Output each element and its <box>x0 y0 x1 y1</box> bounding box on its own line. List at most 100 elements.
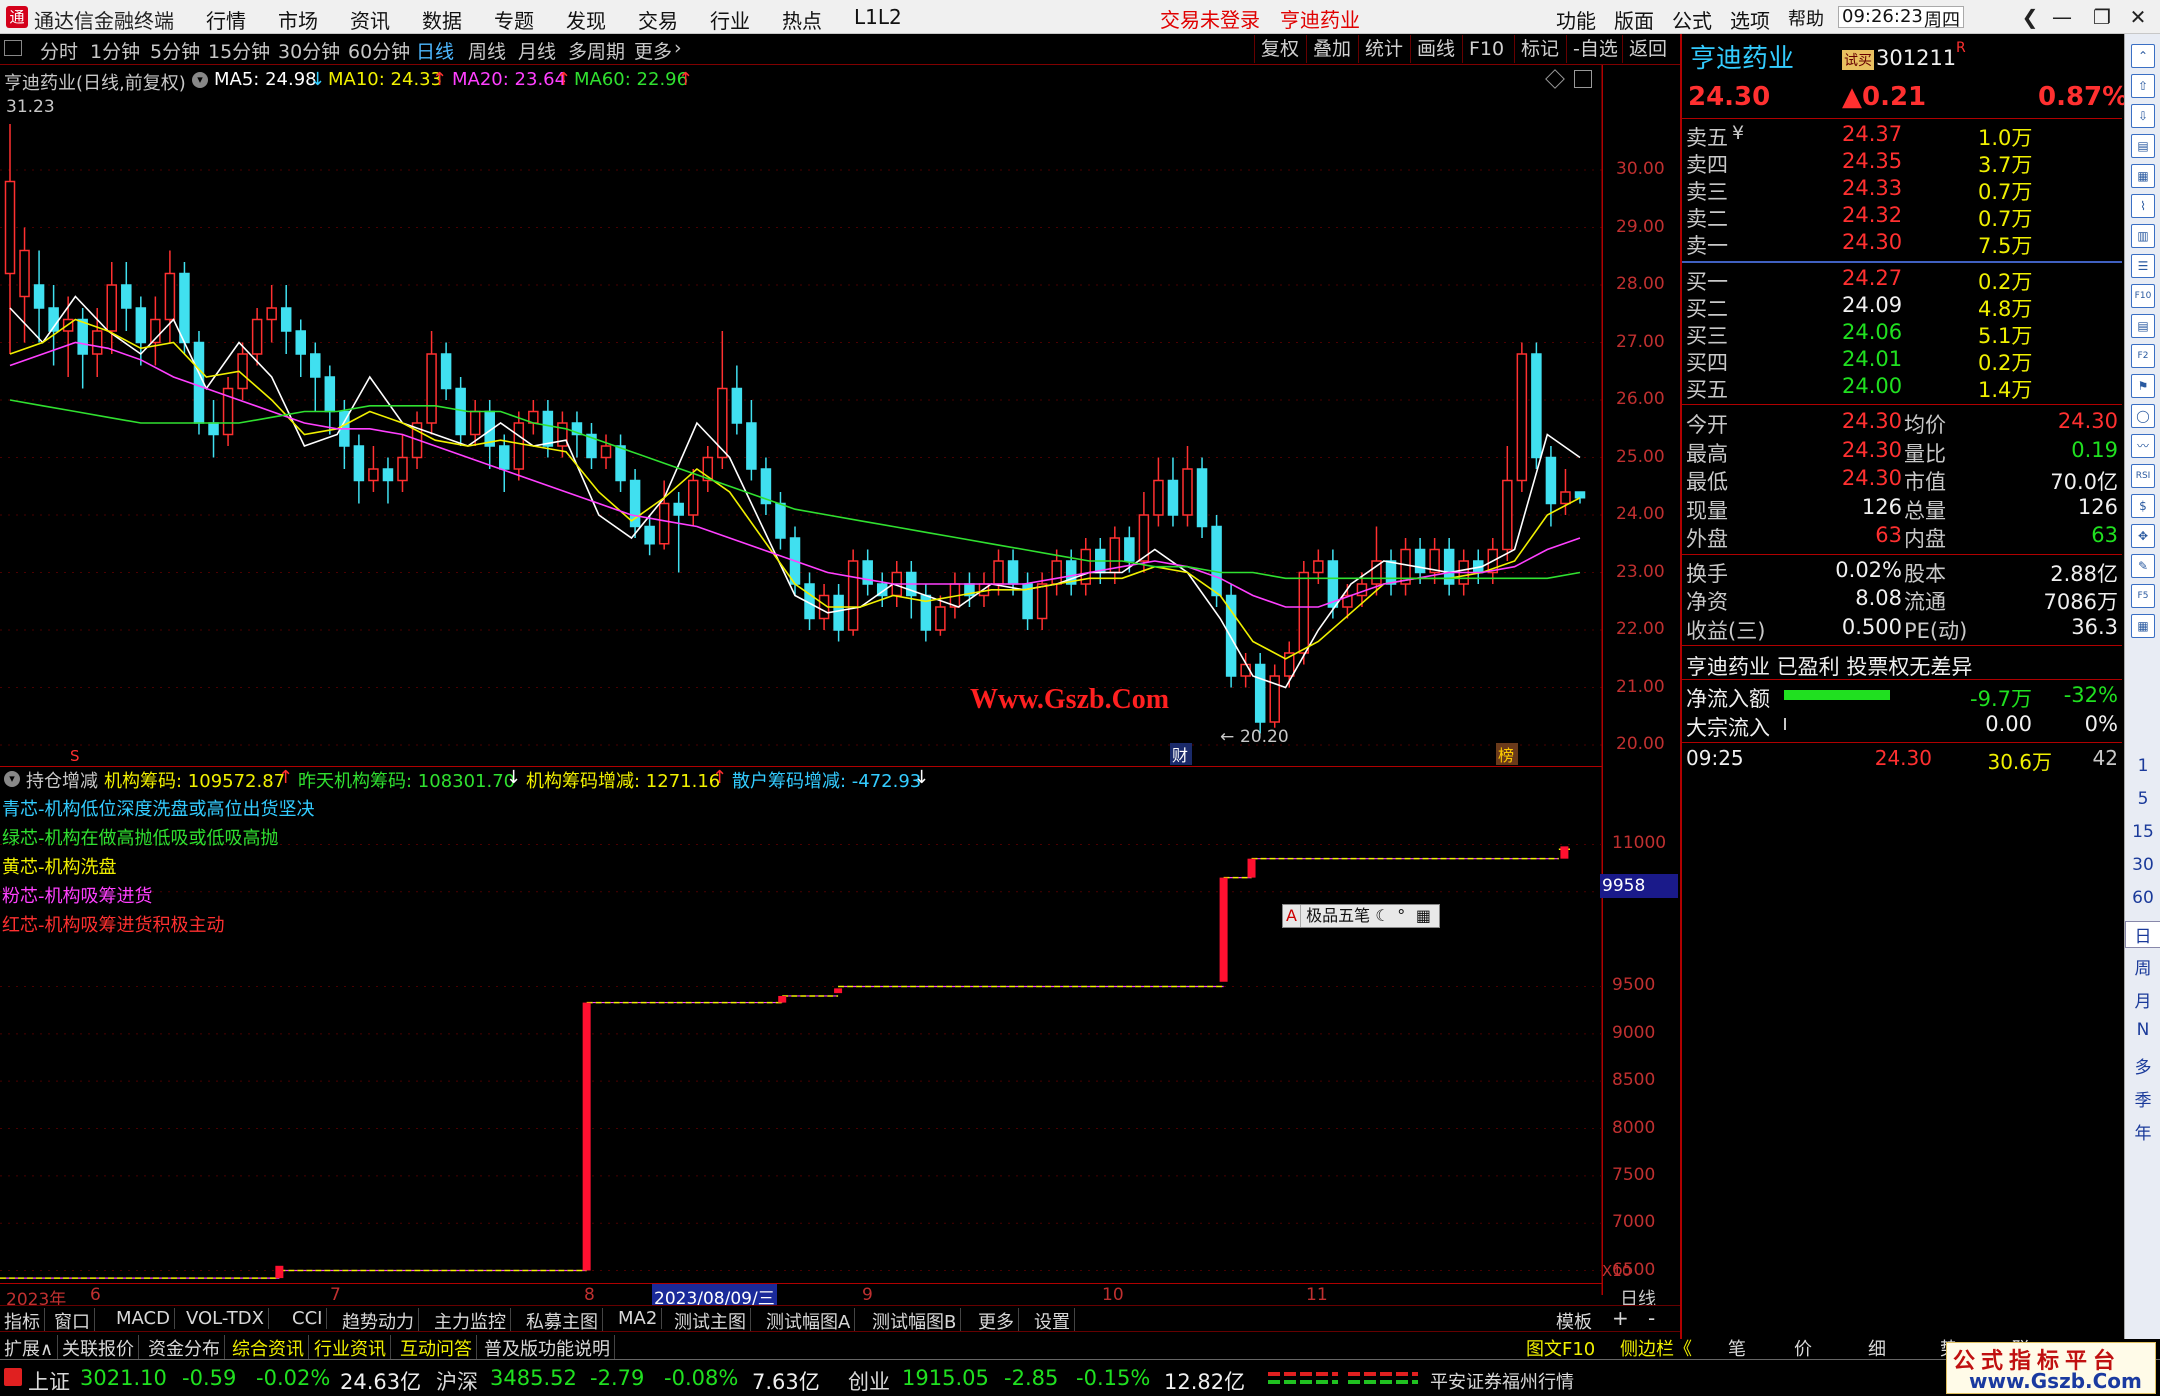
sidebar-period-0[interactable]: 1 <box>2125 756 2160 776</box>
menu-banmian[interactable]: 版面 <box>1614 5 1654 34</box>
tool-fuquan[interactable]: 复权 <box>1254 35 1305 63</box>
rsi-icon[interactable]: RSI <box>2131 464 2155 488</box>
menu-xuanxiang[interactable]: 选项 <box>1730 5 1770 34</box>
menu-l1l2[interactable]: L1L2 <box>854 5 902 29</box>
menu-hangye[interactable]: 行业 <box>710 5 750 34</box>
minimize-icon[interactable]: — <box>2048 3 2076 31</box>
period-fenshi[interactable]: 分时 <box>40 37 78 64</box>
event-marker-cai[interactable]: 财 <box>1172 746 1188 765</box>
restore-icon[interactable]: ❐ <box>2088 3 2116 31</box>
period-5min[interactable]: 5分钟 <box>150 37 200 64</box>
trend-icon[interactable]: 〰 <box>2131 434 2155 458</box>
company-profile[interactable]: 亨迪药业 已盈利 投票权无差异 <box>1686 651 1972 681</box>
fund-icon[interactable]: ⚑ <box>2131 374 2155 398</box>
f5-icon[interactable]: F5 <box>2131 584 2155 608</box>
sidebar-period-9[interactable]: 多 <box>2125 1053 2160 1078</box>
f10-icon[interactable]: F10 <box>2131 284 2155 308</box>
ime-moon-icon[interactable]: ☾ <box>1375 905 1389 927</box>
ime-popup[interactable]: A 极品五笔 ☾ ° ▦ <box>1282 904 1440 928</box>
tool-diejia[interactable]: 叠加 <box>1306 35 1357 63</box>
list-icon[interactable]: ☰ <box>2131 254 2155 278</box>
menu-gongneng[interactable]: 功能 <box>1556 5 1596 34</box>
info-tab-2[interactable]: 资金分布 <box>148 1335 225 1361</box>
menu-jiaoyi[interactable]: 交易 <box>638 5 678 34</box>
sidebar-period-8[interactable]: N <box>2125 1020 2160 1040</box>
layout-toggle-icon[interactable] <box>4 40 22 56</box>
sidebar-period-10[interactable]: 季 <box>2125 1086 2160 1111</box>
menu-zixun[interactable]: 资讯 <box>350 5 390 34</box>
chart-icon[interactable]: ▤ <box>2131 134 2155 158</box>
menu-redian[interactable]: 热点 <box>782 5 822 34</box>
doc-icon[interactable]: ▤ <box>2131 314 2155 338</box>
line-icon[interactable]: ⌇ <box>2131 194 2155 218</box>
indicator-tab-2[interactable]: MACD <box>116 1308 175 1329</box>
move-icon[interactable]: ✥ <box>2131 524 2155 548</box>
trial-badge[interactable]: 试买 <box>1842 50 1874 70</box>
menu-zhuanti[interactable]: 专题 <box>494 5 534 34</box>
period-15min[interactable]: 15分钟 <box>208 37 270 64</box>
info-tab-1[interactable]: 关联报价 <box>62 1335 139 1361</box>
cy-name[interactable]: 创业 <box>848 1366 890 1396</box>
period-more[interactable]: 更多 <box>634 37 672 64</box>
indicator-tab-8[interactable]: MA2 <box>618 1308 663 1329</box>
pencil-icon[interactable]: ✎ <box>2131 554 2155 578</box>
info-tab-6[interactable]: 普及版功能说明 <box>484 1335 615 1361</box>
indicator-tab-4[interactable]: CCI <box>292 1308 328 1329</box>
ime-a-icon[interactable]: A <box>1283 905 1301 927</box>
kline-chart[interactable]: 31.23 ← 20.20 Www.Gszb.Com S 财 榜 <box>0 65 1602 1295</box>
download-icon[interactable]: ⇩ <box>2131 104 2155 128</box>
event-marker-s[interactable]: S <box>70 747 80 765</box>
menu-bangzhu[interactable]: 帮助 <box>1788 5 1824 31</box>
tool-zixuan[interactable]: -自选 <box>1566 35 1624 63</box>
tool-huaxian[interactable]: 画线 <box>1410 35 1461 63</box>
event-marker-bang[interactable]: 榜 <box>1498 746 1514 765</box>
tool-f10[interactable]: F10 <box>1462 35 1510 63</box>
ime-keyboard-icon[interactable]: ▦ <box>1413 905 1433 927</box>
info-right-tab-0[interactable]: 图文F10 <box>1526 1335 1595 1361</box>
f2-icon[interactable]: F2 <box>2131 344 2155 368</box>
menu-gongshi[interactable]: 公式 <box>1672 5 1712 34</box>
trade-status[interactable]: 交易未登录 <box>1160 4 1260 33</box>
indicator-tab-3[interactable]: VOL-TDX <box>186 1308 269 1329</box>
period-30min[interactable]: 30分钟 <box>278 37 340 64</box>
period-1min[interactable]: 1分钟 <box>90 37 140 64</box>
period-weekly[interactable]: 周线 <box>468 37 506 64</box>
tool-tongji[interactable]: 统计 <box>1358 35 1409 63</box>
sidebar-period-2[interactable]: 15 <box>2125 822 2160 842</box>
back-icon[interactable]: ❮ <box>2016 3 2044 31</box>
ime-punct-icon[interactable]: ° <box>1394 905 1408 927</box>
sz-name[interactable]: 沪深 <box>436 1366 478 1396</box>
menu-hangqing[interactable]: 行情 <box>206 5 246 34</box>
sidebar-period-5[interactable]: 日 <box>2125 921 2160 948</box>
sidebar-period-6[interactable]: 周 <box>2125 954 2160 979</box>
info-tab-0[interactable]: 扩展∧ <box>4 1335 59 1361</box>
stock-link[interactable]: 亨迪药业 <box>1280 4 1360 33</box>
up-arrow-icon[interactable]: ⌃ <box>2131 44 2155 68</box>
dollar-icon[interactable]: $ <box>2131 494 2155 518</box>
tool-biaoji[interactable]: 标记 <box>1514 35 1565 63</box>
info-tab-5[interactable]: 互动问答 <box>400 1335 477 1361</box>
sh-name[interactable]: 上证 <box>28 1366 70 1396</box>
info-tab-3[interactable]: 综合资讯 <box>232 1335 309 1361</box>
sidebar-period-11[interactable]: 年 <box>2125 1119 2160 1144</box>
remove-tab-button[interactable]: - <box>1648 1306 1655 1330</box>
table-icon[interactable]: ▦ <box>2131 614 2155 638</box>
upload-icon[interactable]: ⇧ <box>2131 74 2155 98</box>
period-60min[interactable]: 60分钟 <box>348 37 410 64</box>
close-icon[interactable]: ✕ <box>2124 3 2152 31</box>
tool-fanhui[interactable]: 返回 <box>1622 35 1673 63</box>
sidebar-period-3[interactable]: 30 <box>2125 855 2160 875</box>
more-chevron-icon[interactable]: › <box>674 37 682 59</box>
period-daily[interactable]: 日线 <box>416 37 454 64</box>
menu-shichang[interactable]: 市场 <box>278 5 318 34</box>
period-monthly[interactable]: 月线 <box>518 37 556 64</box>
sidebar-period-7[interactable]: 月 <box>2125 987 2160 1012</box>
period-multi[interactable]: 多周期 <box>568 37 625 64</box>
circle-icon[interactable]: ◯ <box>2131 404 2155 428</box>
add-tab-button[interactable]: + <box>1612 1306 1629 1330</box>
bar-icon[interactable]: ▥ <box>2131 224 2155 248</box>
sidebar-period-4[interactable]: 60 <box>2125 888 2160 908</box>
info-tab-4[interactable]: 行业资讯 <box>314 1335 391 1361</box>
sub-dropdown-icon[interactable]: ▾ <box>4 771 20 787</box>
menu-faxian[interactable]: 发现 <box>566 5 606 34</box>
